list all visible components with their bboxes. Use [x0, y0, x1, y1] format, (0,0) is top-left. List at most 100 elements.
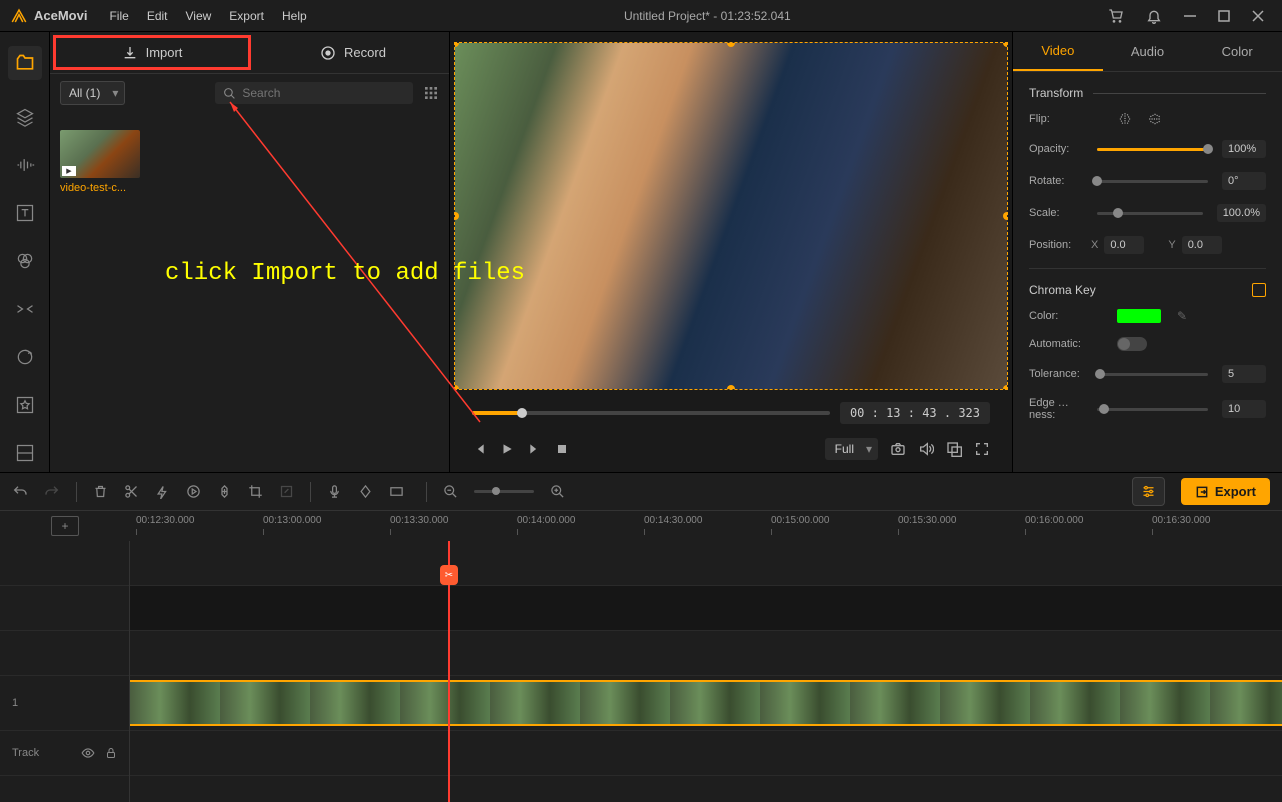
rail-transitions-icon[interactable]: [14, 298, 36, 320]
stop-button[interactable]: [556, 443, 568, 455]
rail-filters-icon[interactable]: [14, 250, 36, 272]
track-lanes[interactable]: ✂: [130, 541, 1282, 802]
voiceover-button[interactable]: [327, 484, 342, 499]
reverse-button[interactable]: [186, 484, 201, 499]
view-mode-dropdown[interactable]: Full: [825, 438, 878, 460]
search-input[interactable]: [242, 86, 322, 100]
media-thumbnail[interactable]: ▶ video-test-c...: [60, 130, 140, 194]
resize-handle[interactable]: [1003, 42, 1008, 47]
import-button[interactable]: Import: [53, 35, 251, 70]
opacity-value[interactable]: 100%: [1222, 140, 1266, 158]
undo-button[interactable]: [12, 484, 28, 500]
track-lane[interactable]: [130, 586, 1282, 631]
rotate-value[interactable]: 0°: [1222, 172, 1266, 190]
video-clip[interactable]: [130, 680, 1282, 726]
rail-layers-icon[interactable]: [14, 106, 36, 128]
rotate-slider[interactable]: [1097, 180, 1208, 183]
eyedropper-icon[interactable]: ✎: [1177, 309, 1187, 323]
edit-button[interactable]: [279, 484, 294, 499]
keyframe-button[interactable]: [217, 484, 232, 499]
playhead[interactable]: ✂: [448, 541, 450, 802]
menu-help[interactable]: Help: [282, 9, 307, 23]
tolerance-slider[interactable]: [1097, 373, 1208, 376]
track-lane[interactable]: [130, 541, 1282, 586]
zoom-in-button[interactable]: [550, 484, 565, 499]
chroma-auto-toggle[interactable]: [1117, 337, 1147, 351]
aspect-button[interactable]: [389, 484, 404, 499]
prev-frame-button[interactable]: [472, 442, 486, 456]
minimize-icon[interactable]: [1184, 10, 1196, 22]
edge-slider[interactable]: [1097, 408, 1208, 411]
redo-button[interactable]: [44, 484, 60, 500]
maximize-icon[interactable]: [1218, 10, 1230, 22]
scale-value[interactable]: 100.0%: [1217, 204, 1266, 222]
flip-vertical-icon[interactable]: [1147, 112, 1163, 126]
menu-edit[interactable]: Edit: [147, 9, 168, 23]
rail-audio-icon[interactable]: [14, 154, 36, 176]
search-box[interactable]: [215, 82, 413, 104]
video-track-lane[interactable]: [130, 676, 1282, 731]
menu-file[interactable]: File: [109, 9, 128, 23]
rail-text-icon[interactable]: [14, 202, 36, 224]
delete-button[interactable]: [93, 484, 108, 499]
tolerance-value[interactable]: 5: [1222, 365, 1266, 383]
bell-icon[interactable]: [1146, 8, 1162, 24]
track-lock-icon[interactable]: [105, 747, 117, 759]
preview-scrubber[interactable]: [472, 411, 830, 415]
import-label: Import: [146, 45, 183, 60]
zoom-slider[interactable]: [474, 490, 534, 493]
tab-video[interactable]: Video: [1013, 32, 1103, 71]
audio-track-lane[interactable]: [130, 731, 1282, 776]
flip-label: Flip:: [1029, 113, 1083, 125]
cart-icon[interactable]: [1108, 8, 1124, 24]
fullscreen-button[interactable]: [974, 441, 990, 457]
opacity-slider[interactable]: [1097, 148, 1208, 151]
scrub-progress: [472, 411, 522, 415]
zoom-out-button[interactable]: [443, 484, 458, 499]
snapshot-button[interactable]: [890, 441, 906, 457]
pos-y-input[interactable]: 0.0: [1182, 236, 1222, 254]
export-button[interactable]: Export: [1181, 478, 1270, 505]
timeline-ruler[interactable]: 00:12:30.000 00:13:00.000 00:13:30.000 0…: [130, 511, 1282, 541]
track-visibility-icon[interactable]: [81, 746, 95, 760]
edge-value[interactable]: 10: [1222, 400, 1266, 418]
chroma-toggle[interactable]: [1252, 283, 1266, 297]
speed-button[interactable]: [155, 484, 170, 499]
pos-x-input[interactable]: 0.0: [1104, 236, 1144, 254]
resize-handle[interactable]: [1003, 212, 1008, 220]
next-frame-button[interactable]: [528, 442, 542, 456]
marker-button[interactable]: [358, 484, 373, 499]
timeline-settings-button[interactable]: [1132, 477, 1165, 506]
rail-split-icon[interactable]: [14, 442, 36, 464]
rail-animations-icon[interactable]: [14, 346, 36, 368]
add-track-button[interactable]: +: [51, 516, 79, 536]
tab-audio[interactable]: Audio: [1103, 32, 1193, 71]
rail-media-icon[interactable]: [8, 46, 42, 80]
scale-slider[interactable]: [1097, 212, 1203, 215]
chroma-color-label: Color:: [1029, 310, 1083, 322]
tab-color[interactable]: Color: [1192, 32, 1282, 71]
detach-button[interactable]: [946, 441, 962, 457]
volume-button[interactable]: [918, 441, 934, 457]
track-label: Track: [12, 747, 39, 759]
scrub-thumb[interactable]: [517, 408, 527, 418]
resize-handle[interactable]: [1003, 385, 1008, 390]
playhead-marker-icon[interactable]: ✂: [440, 565, 458, 585]
preview-canvas[interactable]: [454, 42, 1008, 390]
media-filter-dropdown[interactable]: All (1): [60, 81, 125, 105]
chroma-color-swatch[interactable]: [1117, 309, 1161, 323]
track-lane[interactable]: [130, 631, 1282, 676]
resize-handle[interactable]: [727, 385, 735, 390]
thumbnail-image: ▶: [60, 130, 140, 178]
split-button[interactable]: [124, 484, 139, 499]
menu-export[interactable]: Export: [229, 9, 264, 23]
resize-handle[interactable]: [454, 385, 459, 390]
grid-view-icon[interactable]: [423, 85, 439, 101]
flip-horizontal-icon[interactable]: [1117, 112, 1133, 126]
menu-view[interactable]: View: [186, 9, 212, 23]
record-button[interactable]: Record: [257, 32, 449, 73]
crop-button[interactable]: [248, 484, 263, 499]
close-icon[interactable]: [1252, 10, 1264, 22]
play-button[interactable]: [500, 442, 514, 456]
rail-elements-icon[interactable]: [14, 394, 36, 416]
